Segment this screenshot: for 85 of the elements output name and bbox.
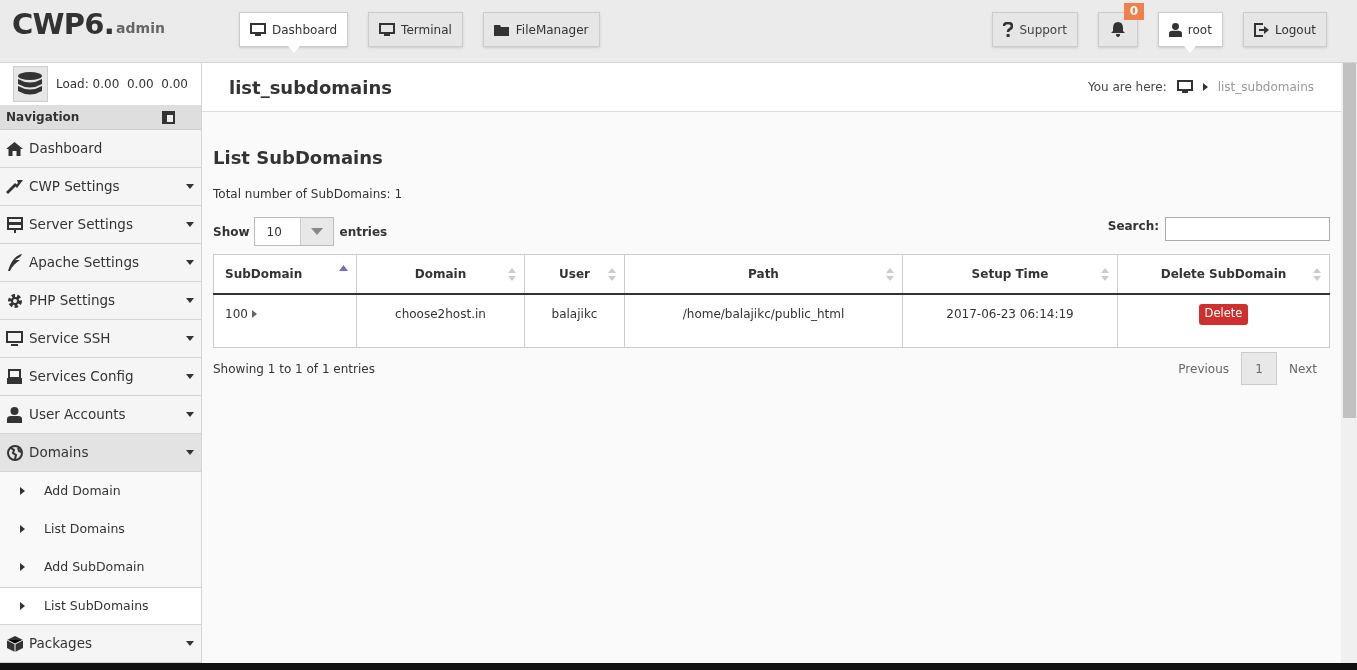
column-header[interactable]: Domain xyxy=(356,254,525,294)
show-label: Show xyxy=(213,223,250,241)
page-button[interactable]: 1 xyxy=(1241,352,1278,385)
caret-down-icon xyxy=(186,374,194,379)
caret-down-icon xyxy=(310,228,323,235)
table-cell: balajikc xyxy=(551,306,598,321)
table-cell: choose2host.in xyxy=(395,306,486,321)
caret-right-icon xyxy=(251,309,257,318)
folder-icon xyxy=(493,23,510,36)
previous-link[interactable]: Previous xyxy=(1178,359,1230,378)
table-cell: /home/balajikc/public_html xyxy=(682,306,845,321)
submenu-item[interactable]: Add SubDomain xyxy=(0,548,201,586)
feather-icon xyxy=(7,254,22,271)
logo-subtext: admin xyxy=(116,19,165,38)
search-field[interactable] xyxy=(1165,216,1330,241)
database-button[interactable] xyxy=(13,65,48,102)
logout-button[interactable]: Logout xyxy=(1242,12,1327,47)
column-header[interactable]: Delete SubDomain xyxy=(1117,254,1330,294)
nav-button[interactable]: Dashboard xyxy=(239,12,349,47)
sort-icon xyxy=(1313,268,1321,281)
sort-icon xyxy=(608,268,616,281)
scrollbar[interactable] xyxy=(1341,63,1357,663)
column-header[interactable]: Setup Time xyxy=(902,254,1118,294)
server-icon xyxy=(6,216,23,233)
nav-button[interactable]: FileManager xyxy=(482,12,600,47)
notification-badge: 0 xyxy=(1123,3,1145,20)
breadcrumb-home-icon[interactable] xyxy=(1176,80,1193,94)
user-icon xyxy=(1168,22,1182,37)
next-link[interactable]: Next xyxy=(1289,359,1317,378)
support-button[interactable]: Support xyxy=(992,12,1078,47)
caret-right-icon xyxy=(19,563,25,571)
gear-icon xyxy=(6,292,23,309)
caret-right-icon xyxy=(19,487,25,495)
total-count: Total number of SubDomains: 1 xyxy=(213,186,404,203)
caret-down-icon xyxy=(186,222,194,227)
caret-right-icon xyxy=(1202,83,1208,91)
sort-icon xyxy=(1101,268,1109,281)
table-cell: 2017-06-23 06:14:19 xyxy=(946,306,1074,321)
cube-icon xyxy=(6,635,23,652)
caret-down-icon xyxy=(186,641,194,646)
section-heading: List SubDomains xyxy=(213,146,384,170)
load-text: Load: 0.00 0.00 0.00 xyxy=(55,75,188,93)
navigation-title: Navigation xyxy=(6,109,80,127)
active-pointer xyxy=(1184,46,1197,53)
column-header[interactable]: Path xyxy=(624,254,903,294)
table-info: Showing 1 to 1 of 1 entries xyxy=(213,360,375,378)
sidebar-item[interactable]: Domains xyxy=(0,434,201,472)
caret-down-icon xyxy=(186,336,194,341)
search-label: Search: xyxy=(1107,217,1159,235)
sort-icon xyxy=(508,268,516,281)
entries-label: entries xyxy=(339,223,388,241)
sort-ascending-icon xyxy=(339,265,348,271)
caret-right-icon xyxy=(19,525,25,533)
breadcrumb-label: You are here: xyxy=(1087,79,1167,96)
page-title: list_subdomains xyxy=(229,75,392,100)
globe-icon xyxy=(6,444,23,461)
caret-right-icon xyxy=(19,602,25,610)
monitor-icon xyxy=(379,22,396,37)
caret-down-icon xyxy=(186,450,194,455)
database-icon xyxy=(17,70,44,97)
caret-down-icon xyxy=(186,412,194,417)
user-button[interactable]: root xyxy=(1157,12,1223,47)
bell-icon xyxy=(1110,22,1125,37)
layout-icon[interactable] xyxy=(162,110,175,124)
sort-icon xyxy=(886,268,894,281)
monitor-icon xyxy=(250,22,266,37)
submenu-item[interactable]: List SubDomains xyxy=(0,587,201,625)
submenu-item[interactable]: List Domains xyxy=(0,510,201,548)
nav-button[interactable]: Terminal xyxy=(368,12,463,47)
home-icon xyxy=(6,141,23,156)
column-header[interactable]: SubDomain xyxy=(213,254,357,294)
page-size-select[interactable]: 10 xyxy=(253,217,334,246)
submenu-item[interactable]: Add Domain xyxy=(0,472,201,510)
active-pointer xyxy=(287,46,300,53)
column-header[interactable]: User xyxy=(524,254,625,294)
logout-icon xyxy=(1253,22,1269,37)
monitor-icon xyxy=(6,330,23,347)
caret-down-icon xyxy=(186,260,194,265)
caret-down-icon xyxy=(186,184,194,189)
delete-button[interactable]: Delete xyxy=(1198,303,1249,325)
caret-down-icon xyxy=(186,298,194,303)
logo-text: CWP6. xyxy=(12,10,115,39)
table-cell-text: 100 xyxy=(225,305,248,323)
user-icon xyxy=(7,406,22,423)
question-icon xyxy=(1003,21,1014,38)
